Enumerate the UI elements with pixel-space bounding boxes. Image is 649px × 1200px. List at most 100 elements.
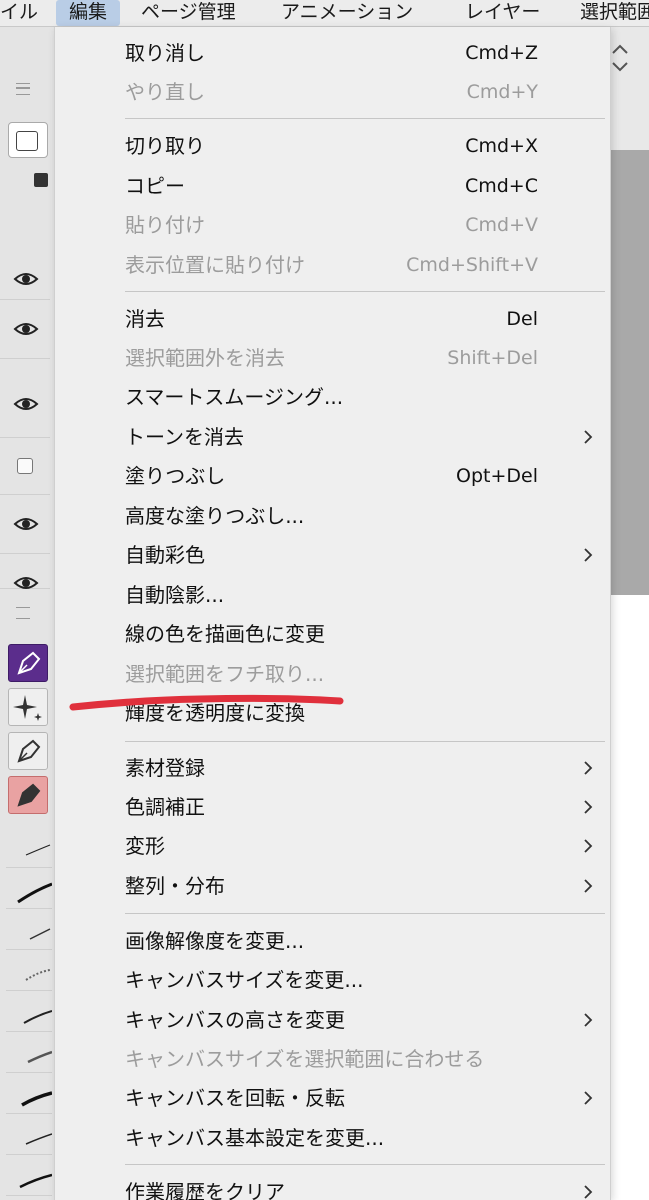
menu-item[interactable]: 塗りつぶし Opt+Del [55,458,610,494]
menubar-selection[interactable]: 選択範囲 [580,0,649,26]
edit-menu: 取り消し Cmd+Z やり直し Cmd+Y 切り取り Cmd+X コピー Cmd+C 貼り付け C… [54,27,611,1200]
menu-item[interactable]: 自動彩色 [55,537,610,573]
menu-item[interactable]: 整列・分布 [55,868,610,904]
menu-item[interactable]: 変形 [55,828,610,864]
panel-menu-icon[interactable] [16,607,30,619]
pen-tool-button[interactable] [8,644,48,682]
visibility-checkbox[interactable] [17,458,33,474]
chevron-right-icon [584,800,593,814]
menu-item-label: やり直し [125,80,205,104]
stepper-arrows-icon[interactable] [609,41,631,75]
menu-item[interactable]: 取り消し Cmd+Z [55,35,610,71]
chevron-right-icon [584,1185,593,1199]
menu-separator [125,741,605,742]
layer-row[interactable] [0,495,50,554]
menu-item-shortcut: Cmd+Y [466,81,538,103]
chevron-right-icon [584,548,593,562]
menu-item[interactable]: 作業履歴をクリア [55,1174,610,1200]
menu-item[interactable]: キャンバスサイズを変更... [55,962,610,998]
brush-preset[interactable] [6,1073,53,1114]
menu-item-label: 変形 [125,834,165,858]
chevron-right-icon [584,839,593,853]
layer-color-swatch[interactable] [8,122,48,158]
menu-item: 貼り付け Cmd+V [55,207,610,243]
pen-outline-tool-button[interactable] [8,732,48,770]
menu-item: やり直し Cmd+Y [55,74,610,110]
menu-item-label: 貼り付け [125,213,205,237]
menu-item[interactable]: 画像解像度を変更... [55,923,610,959]
menu-item[interactable]: コピー Cmd+C [55,168,610,204]
eye-icon[interactable] [13,515,39,533]
brush-stroke-icon [25,844,51,856]
menu-item[interactable]: 輝度を透明度に変換 [55,695,610,731]
menu-item[interactable]: トーンを消去 [55,419,610,455]
layer-row[interactable] [0,554,50,589]
layer-row[interactable] [0,438,50,495]
menu-item-label: 色調補正 [125,795,205,819]
menu-item-label: 自動彩色 [125,543,205,567]
menu-item-label: 消去 [125,307,165,331]
eye-icon[interactable] [13,574,39,592]
menubar-layer[interactable]: レイヤー [465,0,540,26]
layer-row[interactable] [0,300,50,359]
menu-item-label: 塗りつぶし [125,464,226,488]
canvas-page [609,595,649,1200]
menu-item[interactable]: 高度な塗りつぶし... [55,498,610,534]
menu-item-label: 切り取り [125,134,205,158]
brush-preset[interactable] [6,1114,53,1155]
menu-item[interactable]: 色調補正 [55,789,610,825]
layer-row[interactable] [0,259,50,300]
menu-item-label: 選択範囲をフチ取り... [125,662,325,686]
brush-preset[interactable] [6,868,53,909]
brush-tool-button[interactable] [8,776,48,814]
menubar-page-management[interactable]: ページ管理 [141,0,236,26]
menu-item-label: キャンバスサイズを選択範囲に合わせる [125,1047,485,1071]
menu-item[interactable]: 線の色を描画色に変更 [55,616,610,652]
brush-preset[interactable] [6,1032,53,1073]
chevron-right-icon [584,1013,593,1027]
brush-preset[interactable] [6,827,52,868]
menu-item-shortcut: Cmd+Z [465,42,538,64]
menu-item[interactable]: 切り取り Cmd+X [55,128,610,164]
menu-item[interactable]: 消去 Del [55,301,610,337]
brush-preset[interactable] [6,950,52,991]
layer-row[interactable] [0,359,50,438]
menu-item-label: キャンバスの高さを変更 [125,1008,345,1032]
brush-preset[interactable] [6,991,53,1032]
menu-item[interactable]: 自動陰影... [55,577,610,613]
menubar-file[interactable]: イル [0,0,38,26]
eye-icon[interactable] [13,395,39,413]
menubar-animation[interactable]: アニメーション [281,0,413,26]
sparkle-tool-button[interactable] [8,688,48,726]
brush-preset[interactable] [6,1155,53,1196]
brush-stroke-icon [25,969,51,981]
menu-item[interactable]: キャンバスを回転・反転 [55,1080,610,1116]
brush-stroke-icon [23,1010,53,1024]
menu-item-label: スマートスムージング... [125,385,344,409]
left-panel [0,27,54,1200]
menu-item-label: 画像解像度を変更... [125,929,305,953]
menu-item[interactable]: スマートスムージング... [55,379,610,415]
chevron-right-icon [584,761,593,775]
menu-item-label: キャンバスサイズを変更... [125,968,364,992]
eye-icon[interactable] [13,270,39,288]
panel-menu-icon[interactable] [16,83,30,95]
brush-stroke-icon [17,882,53,904]
menu-item-label: 高度な塗りつぶし... [125,504,305,528]
menu-separator [125,913,605,914]
menu-item-label: 表示位置に貼り付け [125,253,305,277]
layer-stack-icon[interactable] [34,173,48,187]
menu-item[interactable]: キャンバスの高さを変更 [55,1002,610,1038]
chevron-right-icon [584,430,593,444]
menu-item-label: 選択範囲外を消去 [125,346,285,370]
menubar-edit[interactable]: 編集 [56,0,121,26]
menu-item-label: 線の色を描画色に変更 [125,622,325,646]
menu-item[interactable]: 素材登録 [55,750,610,786]
sparkle-icon [13,695,42,721]
menu-item-label: 素材登録 [125,756,205,780]
brush-preset[interactable] [6,909,52,950]
menu-item: 選択範囲外を消去 Shift+Del [55,340,610,376]
chevron-right-icon [584,1091,593,1105]
eye-icon[interactable] [13,320,39,338]
menu-item[interactable]: キャンバス基本設定を変更... [55,1120,610,1156]
